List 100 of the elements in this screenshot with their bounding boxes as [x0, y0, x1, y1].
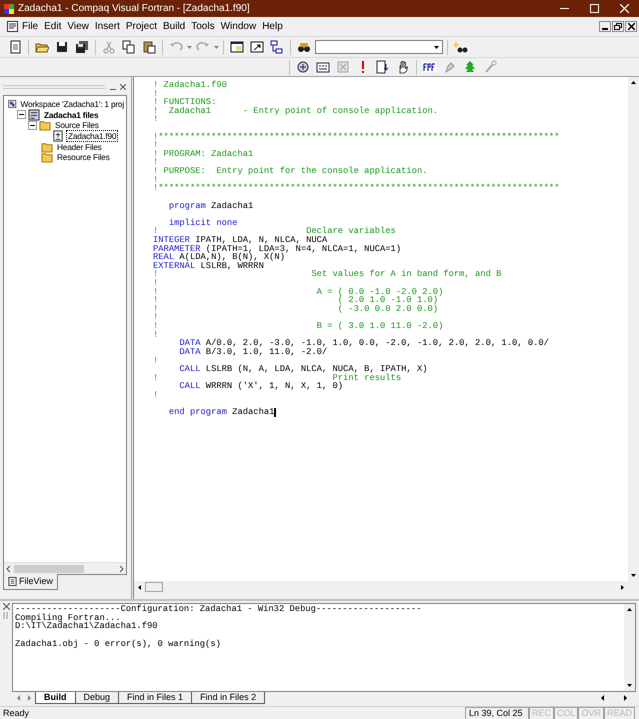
minimize-icon [560, 8, 568, 9]
mdi-restore-button[interactable] [612, 21, 624, 32]
close-icon[interactable] [2, 603, 10, 610]
window-icon[interactable] [230, 40, 244, 54]
tree-item[interactable]: Source Files [53, 119, 101, 132]
copy-icon[interactable] [122, 40, 136, 54]
output-line: D:\IT\Zadacha1\Zadacha1.f90 [15, 622, 159, 631]
paste-icon[interactable] [142, 40, 156, 54]
menu-item[interactable]: Project [122, 20, 160, 34]
code-line: end program Zadacha1 [168, 408, 274, 417]
tree-item[interactable]: Workspace 'Zadacha1': 1 proj [18, 98, 126, 110]
tree-item[interactable]: Zadacha1.f90 [66, 130, 118, 142]
document-icon[interactable] [7, 21, 18, 32]
maximize-icon [590, 4, 598, 13]
menu-item[interactable]: Insert [92, 20, 123, 34]
folder-icon [41, 151, 53, 164]
close-icon [120, 84, 126, 90]
find-icon[interactable] [454, 40, 468, 54]
mdi-minimize-button[interactable] [599, 21, 611, 32]
code-line: DATA A/0.0, 2.0, -3.0, -1.0, 1.0, 0.0, -2.0, -1.0, 2.0, 2.0, 1.0, 0.0/ [178, 339, 549, 348]
cursor-position: Ln 39, Col 25 [464, 707, 529, 719]
code-line: implicit none [168, 218, 238, 228]
tree-item[interactable]: Zadacha1 files [42, 108, 100, 121]
tree-icon[interactable] [463, 60, 477, 74]
new-file-icon[interactable] [8, 40, 22, 54]
collapse-icon[interactable] [28, 120, 37, 130]
window-title: Zadacha1 - Compaq Visual Fortran - [Zadacha1.f90] [18, 2, 250, 16]
build-icon[interactable] [316, 60, 330, 74]
code-comment: ! Print results [153, 374, 402, 382]
code-comment: ! Zadacha1 - Entry point of console application. [153, 106, 438, 116]
close-icon [628, 23, 634, 30]
code-comment: ! A = ( 0.0 -1.0 -2.0 2.0) [153, 288, 444, 296]
status-indicator: READ [604, 707, 635, 719]
menu-item[interactable]: Tools [188, 20, 218, 34]
code-comment: ! PROGRAM: Zadacha1 [153, 150, 254, 158]
file-icon [52, 130, 64, 142]
output-tab[interactable]: Find in Files 1 [118, 692, 192, 704]
code-line: PARAMETER (IPATH=1, LDA=3, N=4, NLCA=1, NUCA=1) [153, 244, 402, 254]
code-comment: ! [153, 356, 158, 366]
hierarchy-icon[interactable] [270, 40, 284, 54]
code-comment: ! [153, 115, 158, 124]
code-line: CALL LSLRB (N, A, LDA, NLCA, NUCA, B, IPATH, X) [178, 365, 428, 374]
output-tab[interactable]: Build [35, 692, 76, 704]
code-comment: ! [153, 176, 158, 184]
code-comment: !**************************************************************************** [153, 184, 560, 193]
tree-item[interactable]: Resource Files [55, 151, 112, 164]
find-combo-box[interactable] [315, 40, 443, 54]
status-indicator: REC [528, 707, 554, 719]
file-icon [8, 577, 17, 586]
menu-item[interactable]: File [19, 20, 42, 34]
output-line: --------------------Configuration: Zadacha1 - Win32 Debug-------------------- [15, 605, 422, 614]
save-all-icon[interactable] [75, 40, 89, 54]
workspace-icon [8, 98, 16, 110]
tree-item[interactable]: Header Files [55, 140, 104, 153]
grip-icon[interactable] [2, 612, 10, 619]
restore-icon [614, 23, 622, 30]
menu-item[interactable]: View [64, 20, 92, 34]
code-comment: ! Set values for A in band form, and B [153, 270, 502, 280]
menu-item[interactable]: Help [259, 20, 286, 34]
mdi-close-button[interactable] [625, 21, 637, 32]
code-line: program Zadacha1 [168, 202, 254, 210]
status-message: Ready [3, 706, 30, 719]
code-comment: !**************************************************************************** [153, 132, 560, 142]
code-comment: ! Zadacha1.f90 [153, 81, 227, 90]
code-line: DATA B/3.0, 1.0, 11.0, -2.0/ [178, 348, 328, 356]
code-comment: ! [153, 390, 158, 400]
compile-icon[interactable] [296, 60, 310, 74]
code-comment: ! [153, 330, 158, 340]
close-icon [620, 4, 628, 13]
menu-item[interactable]: Window [218, 20, 260, 34]
status-indicator: OVR [578, 707, 604, 719]
output-line: Compiling Fortran... [15, 614, 121, 622]
collapse-icon[interactable] [17, 110, 26, 120]
step-into-icon[interactable] [376, 60, 390, 74]
app-icon [4, 4, 14, 14]
code-comment: ! PURPOSE: Entry point for the console application. [153, 167, 428, 176]
scrollbar-thumb[interactable] [145, 582, 163, 592]
output-tab[interactable]: Debug [74, 692, 120, 704]
panel-close-button[interactable] [118, 82, 127, 92]
panel-tab[interactable]: FileView [3, 574, 58, 590]
status-indicator: COL [554, 707, 578, 719]
folder-icon [41, 140, 53, 153]
output-line: Zadacha1.obj - 0 error(s), 0 warning(s) [15, 640, 222, 648]
code-comment: ! ( 2.0 1.0 -1.0 1.0) [153, 296, 438, 305]
code-comment: ! ( -3.0 0.0 2.0 0.0) [153, 304, 438, 314]
menu-item[interactable]: Edit [41, 20, 64, 34]
code-comment: ! [153, 313, 158, 322]
code-line: CALL WRRRN ('X', 1, N, X, 1, 0) [178, 382, 344, 391]
code-comment: ! [153, 90, 158, 98]
minimize-icon [602, 28, 608, 30]
output-tab[interactable]: Find in Files 2 [191, 692, 266, 704]
code-comment: ! [153, 158, 158, 168]
scrollbar-thumb[interactable] [14, 564, 84, 572]
save-icon[interactable] [55, 40, 69, 54]
menu-item[interactable]: Build [160, 20, 188, 34]
fortran-icon[interactable] [423, 60, 437, 74]
binoculars-icon[interactable] [297, 40, 311, 54]
code-comment: ! [153, 141, 158, 150]
code-comment: ! B = ( 3.0 1.0 11.0 -2.0) [153, 322, 444, 331]
code-line: EXTERNAL LSLRB, WRRRN [153, 262, 264, 270]
